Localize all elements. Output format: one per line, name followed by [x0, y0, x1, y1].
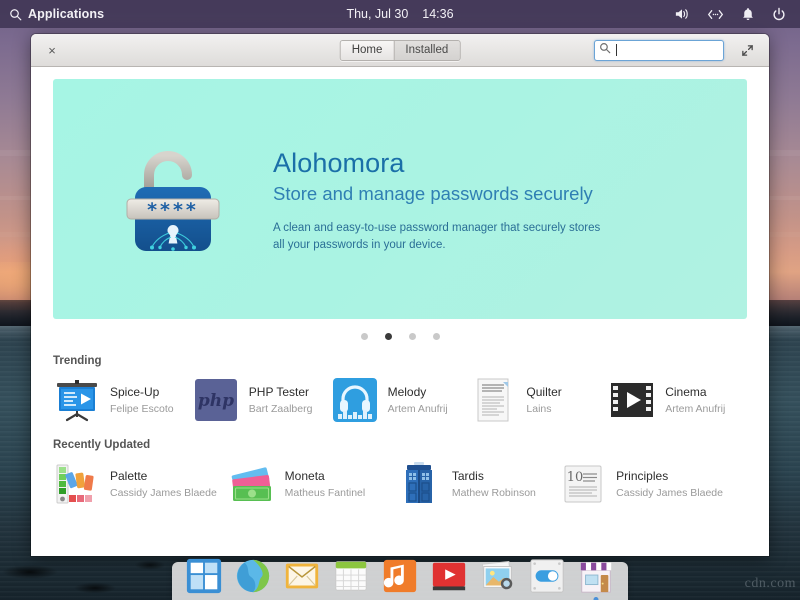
app-name: Moneta [285, 469, 366, 484]
tab-installed[interactable]: Installed [393, 41, 459, 60]
app-author: Cassidy James Blaede [110, 487, 217, 499]
search-field[interactable] [594, 40, 724, 61]
app-card-melody[interactable]: Melody Artem Anufrij [331, 376, 470, 424]
search-icon [9, 8, 22, 21]
app-card-php-tester[interactable]: php PHP Tester Bart Zaalberg [192, 376, 331, 424]
app-name: Melody [388, 385, 448, 400]
banner-description: A clean and easy-to-use password manager… [273, 220, 603, 253]
search-icon [599, 41, 611, 59]
notifications-bell-icon[interactable] [741, 7, 755, 22]
app-name: Spice-Up [110, 385, 174, 400]
app-name: Quilter [526, 385, 561, 400]
php-icon: php [192, 376, 240, 424]
app-name: Tardis [452, 469, 536, 484]
app-name: PHP Tester [249, 385, 313, 400]
text-cursor [616, 44, 617, 56]
dock [172, 562, 628, 600]
banner-text: Alohomora Store and manage passwords sec… [273, 144, 603, 254]
app-author: Felipe Escoto [110, 403, 174, 415]
carousel-dot-1[interactable] [361, 333, 368, 340]
app-author: Artem Anufrij [665, 403, 725, 415]
app-author: Cassidy James Blaede [616, 487, 723, 499]
open-padlock-password-icon: **** [113, 139, 233, 259]
carousel-dot-4[interactable] [433, 333, 440, 340]
app-card-quilter[interactable]: Quilter Lains [469, 376, 608, 424]
police-box-icon [395, 460, 443, 508]
numbered-document-icon: 10 [559, 460, 607, 508]
app-meta: Palette Cassidy James Blaede [110, 469, 217, 499]
dock-item-mail[interactable] [280, 554, 324, 598]
top-panel: Applications Thu, Jul 30 14:36 [0, 0, 800, 28]
applications-menu[interactable]: Applications [0, 7, 104, 21]
app-name: Cinema [665, 385, 725, 400]
watermark: cdn.com [745, 576, 796, 592]
app-row-trending: Spice-Up Felipe Escoto php PHP Tester Ba… [53, 376, 747, 424]
film-play-icon [608, 376, 656, 424]
app-card-cinema[interactable]: Cinema Artem Anufrij [608, 376, 747, 424]
carousel-dot-2[interactable] [385, 333, 392, 340]
app-row-recently-updated: Palette Cassidy James Blaede [53, 460, 747, 508]
app-meta: Quilter Lains [526, 385, 561, 415]
app-author: Matheus Fantinel [285, 487, 366, 499]
app-card-principles[interactable]: 10 Principles Cassidy James Blaede [559, 460, 747, 508]
tab-home[interactable]: Home [341, 41, 394, 60]
app-meta: Tardis Mathew Robinson [452, 469, 536, 499]
app-card-tardis[interactable]: Tardis Mathew Robinson [395, 460, 559, 508]
headphones-icon [331, 376, 379, 424]
app-author: Artem Anufrij [388, 403, 448, 415]
power-icon[interactable] [772, 7, 786, 22]
svg-text:****: **** [147, 199, 199, 221]
svg-text:php: php [198, 391, 234, 411]
color-swatches-icon [53, 460, 101, 508]
app-card-palette[interactable]: Palette Cassidy James Blaede [53, 460, 228, 508]
dock-item-settings[interactable] [525, 554, 569, 598]
app-author: Bart Zaalberg [249, 403, 313, 415]
carousel-dot-3[interactable] [409, 333, 416, 340]
presentation-icon [53, 376, 101, 424]
app-card-spice-up[interactable]: Spice-Up Felipe Escoto [53, 376, 192, 424]
app-meta: PHP Tester Bart Zaalberg [249, 385, 313, 415]
section-title-recently-updated: Recently Updated [53, 439, 747, 451]
app-card-moneta[interactable]: Moneta Matheus Fantinel [228, 460, 395, 508]
featured-banner[interactable]: **** Alohomora Store and manag [53, 79, 747, 319]
dock-item-appcenter[interactable] [574, 554, 618, 598]
window-content: **** Alohomora Store and manag [31, 67, 769, 556]
dock-item-files[interactable] [182, 554, 226, 598]
section-title-trending: Trending [53, 355, 747, 367]
app-meta: Melody Artem Anufrij [388, 385, 448, 415]
app-author: Lains [526, 403, 561, 415]
banner-title: Alohomora [273, 148, 603, 179]
dock-item-calendar[interactable] [329, 554, 373, 598]
dock-item-music[interactable] [378, 554, 422, 598]
close-button[interactable]: × [44, 42, 60, 58]
dock-item-photos[interactable] [476, 554, 520, 598]
maximize-button[interactable] [739, 42, 755, 58]
app-meta: Spice-Up Felipe Escoto [110, 385, 174, 415]
network-icon[interactable] [707, 8, 724, 21]
document-lines-icon [469, 376, 517, 424]
app-meta: Principles Cassidy James Blaede [616, 469, 723, 499]
panel-date[interactable]: Thu, Jul 30 [346, 7, 408, 21]
view-switcher: Home Installed [340, 40, 461, 61]
svg-text:10: 10 [567, 470, 584, 485]
window-titlebar: × Home Installed [31, 34, 769, 67]
volume-icon[interactable] [674, 7, 690, 21]
app-meta: Moneta Matheus Fantinel [285, 469, 366, 499]
applications-label: Applications [28, 7, 104, 21]
banknotes-icon [228, 460, 276, 508]
app-author: Mathew Robinson [452, 487, 536, 499]
app-meta: Cinema Artem Anufrij [665, 385, 725, 415]
app-name: Principles [616, 469, 723, 484]
dock-item-video[interactable] [427, 554, 471, 598]
app-name: Palette [110, 469, 217, 484]
carousel-dots [53, 333, 747, 340]
panel-tray [674, 7, 800, 22]
dock-item-browser[interactable] [231, 554, 275, 598]
panel-time[interactable]: 14:36 [422, 7, 453, 21]
banner-subtitle: Store and manage passwords securely [273, 183, 603, 205]
appcenter-window: × Home Installed [31, 34, 769, 556]
